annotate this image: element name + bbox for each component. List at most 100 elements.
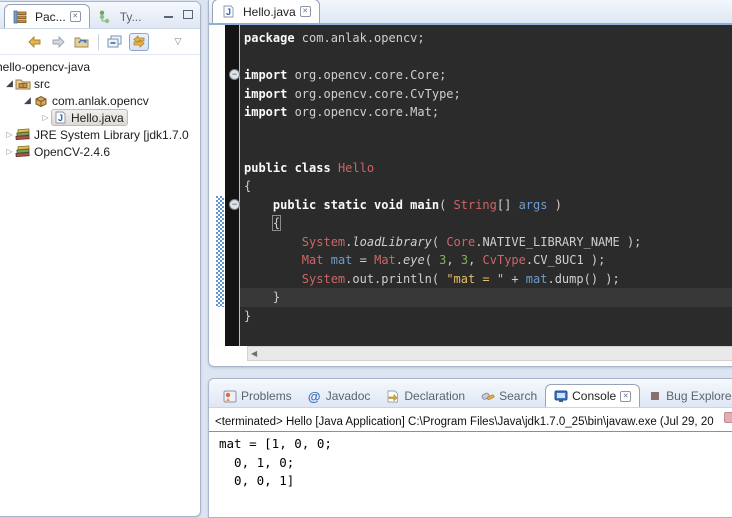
console-output[interactable]: mat = [1, 0, 0; 0, 1, 0; 0, 0, 1] (209, 432, 732, 491)
package-explorer-icon (12, 9, 28, 24)
close-icon[interactable]: ✕ (620, 391, 631, 402)
expand-arrow-icon[interactable]: ▷ (4, 147, 15, 156)
java-file-icon: J (220, 4, 236, 19)
tree-item-label: OpenCV-2.4.6 (34, 145, 110, 159)
editor-body: −− package com.anlak.opencv; import org.… (209, 25, 732, 346)
declaration-icon (385, 389, 400, 403)
tab-type-hierarchy[interactable]: Ty... (90, 5, 150, 28)
code-line[interactable]: } (244, 307, 732, 326)
tree-item-hello-opencv-java[interactable]: hello-opencv-java (0, 58, 200, 75)
link-with-editor-button[interactable] (129, 33, 149, 51)
package-explorer-view: Pac... ✕ Ty... (0, 1, 201, 517)
tab-bug-explorer[interactable]: Bug Explorer (640, 385, 732, 407)
editor-area: J Hello.java ✕ −− package com.anlak.open… (208, 0, 732, 367)
type-hierarchy-icon (97, 9, 113, 24)
code-line[interactable]: public class Hello (244, 159, 732, 178)
code-line[interactable]: package com.anlak.opencv; (244, 29, 732, 48)
fold-collapse-icon[interactable]: − (229, 199, 240, 210)
code-line-current[interactable]: } (240, 288, 732, 307)
console-icon (553, 389, 568, 403)
annotation-ruler[interactable] (209, 25, 225, 346)
package-explorer-toolbar: ▽ (0, 29, 200, 55)
code-line[interactable]: { (244, 177, 732, 196)
tab-search[interactable]: Search (473, 385, 545, 407)
code-line[interactable]: public static void main( String[] args ) (244, 196, 732, 215)
code-line[interactable]: import org.opencv.core.Core; (244, 66, 732, 85)
code-line[interactable] (244, 48, 732, 67)
tree-item-label: com.anlak.opencv (52, 94, 149, 108)
tab-declaration[interactable]: Declaration (378, 385, 473, 407)
forward-button[interactable] (48, 33, 68, 51)
tab-label: Search (499, 389, 537, 403)
back-button[interactable] (24, 33, 44, 51)
collapse-arrow-icon[interactable]: ◢ (22, 95, 33, 106)
tab-label: Console (572, 389, 616, 403)
tab-package-explorer[interactable]: Pac... ✕ (4, 4, 90, 28)
tree-item-com-anlak-opencv[interactable]: ◢ com.anlak.opencv (0, 92, 200, 109)
code-line[interactable]: System.loadLibrary( Core.NATIVE_LIBRARY_… (244, 233, 732, 252)
tab-type-hierarchy-label: Ty... (120, 10, 142, 24)
collapse-arrow-icon[interactable]: ◢ (4, 78, 15, 89)
tab-label: Problems (241, 389, 292, 403)
tree-item-hello-java[interactable]: ▷ J Hello.java (0, 109, 200, 126)
editor-tab-label: Hello.java (243, 5, 296, 19)
tab-problems[interactable]: Problems (215, 385, 300, 407)
horizontal-scrollbar[interactable]: ◀ (247, 346, 732, 361)
java-file-icon: J (52, 110, 68, 125)
problems-icon (222, 389, 237, 403)
expand-arrow-icon[interactable]: ▷ (4, 130, 15, 139)
console-toolbar-icon[interactable] (724, 412, 732, 423)
view-menu-button[interactable]: ▽ (168, 33, 188, 51)
library-icon (15, 127, 31, 142)
close-icon[interactable]: ✕ (300, 6, 311, 17)
code-line[interactable]: { (244, 214, 732, 233)
editor-tabbar: J Hello.java ✕ (209, 0, 732, 25)
expand-arrow-icon[interactable]: ▷ (40, 113, 51, 122)
console-status-line: <terminated> Hello [Java Application] C:… (209, 408, 732, 432)
fold-collapse-icon[interactable]: − (229, 69, 240, 80)
tab-console[interactable]: Console ✕ (545, 384, 640, 407)
code-line[interactable]: Mat mat = Mat.eye( 3, 3, CvType.CV_8UC1 … (244, 251, 732, 270)
code-line[interactable] (244, 122, 732, 141)
scroll-left-icon[interactable]: ◀ (248, 349, 257, 358)
code-editor[interactable]: package com.anlak.opencv; import org.ope… (240, 25, 732, 346)
search-icon (480, 389, 495, 403)
tree-item-src[interactable]: ◢ src (0, 75, 200, 92)
refresh-folder-icon[interactable] (72, 33, 92, 51)
plugin-icon (647, 389, 662, 403)
code-line[interactable]: import org.opencv.core.CvType; (244, 85, 732, 104)
tab-hello-java[interactable]: J Hello.java ✕ (212, 0, 320, 23)
tab-label: Javadoc (326, 389, 371, 403)
tab-label: Declaration (404, 389, 465, 403)
tree-item-label: src (34, 77, 50, 91)
bottom-view-tabbar: Problems @ Javadoc Declaration Search Console… (209, 379, 732, 408)
tree-item-opencv-2-4-6[interactable]: ▷ OpenCV-2.4.6 (0, 143, 200, 160)
package-icon (33, 93, 49, 108)
toolbar-separator (98, 34, 99, 50)
tree-item-jre-system-library-jdk1-7-0[interactable]: ▷ JRE System Library [jdk1.7.0 (0, 126, 200, 143)
maximize-view-button[interactable] (181, 9, 196, 22)
fold-gutter[interactable]: −− (225, 25, 240, 346)
minimize-view-button[interactable] (162, 9, 177, 22)
collapse-all-button[interactable] (105, 33, 125, 51)
tree-item-label: JRE System Library [jdk1.7.0 (34, 128, 189, 142)
code-line[interactable]: import org.opencv.core.Mat; (244, 103, 732, 122)
method-range-indicator (216, 196, 224, 307)
svg-text:J: J (225, 7, 230, 17)
left-view-tabbar: Pac... ✕ Ty... (0, 2, 200, 29)
console-view: Problems @ Javadoc Declaration Search Console… (208, 378, 732, 518)
src-folder-icon (15, 76, 31, 91)
javadoc-icon: @ (307, 389, 322, 403)
code-line[interactable]: System.out.println( "mat = " + mat.dump(… (244, 270, 732, 289)
tree-item-label: hello-opencv-java (0, 60, 90, 74)
code-line[interactable] (244, 140, 732, 159)
project-tree: hello-opencv-java◢src◢com.anlak.opencv▷J… (0, 55, 200, 160)
library-icon (15, 144, 31, 159)
svg-text:J: J (57, 113, 62, 123)
tab-package-explorer-label: Pac... (35, 10, 66, 24)
tab-javadoc[interactable]: @ Javadoc (300, 385, 379, 407)
tree-item-label: Hello.java (71, 111, 124, 125)
tab-label: Bug Explorer (666, 389, 732, 403)
close-icon[interactable]: ✕ (70, 11, 81, 22)
view-menu-icon: ▽ (175, 36, 182, 47)
